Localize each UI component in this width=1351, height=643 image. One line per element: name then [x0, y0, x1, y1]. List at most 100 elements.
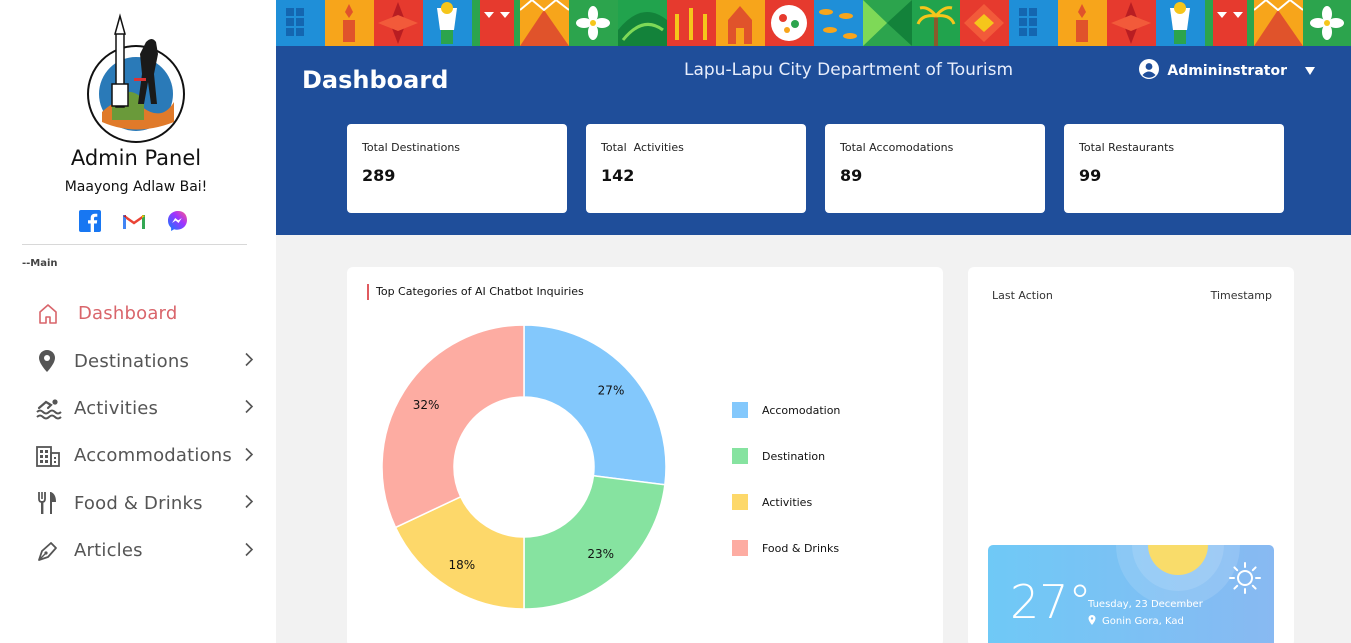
stat-value: 99 [1079, 166, 1102, 185]
weather-date: Tuesday, 23 December [1088, 599, 1203, 610]
caret-down-icon [1305, 63, 1315, 79]
sidebar-item-activities[interactable]: Activities [36, 385, 262, 432]
legend-item-accomodation[interactable]: Accomodation [732, 387, 840, 433]
swimmer-icon [36, 395, 64, 421]
weather-location-text: Gonin Gora, Kad [1102, 616, 1184, 627]
banner-tile [422, 0, 472, 46]
banner-tile [764, 0, 814, 46]
banner-tile [618, 0, 668, 46]
admin-panel-title: Admin Panel [70, 146, 202, 170]
donut-slice-food-drinks[interactable] [381, 324, 525, 529]
legend-swatch [732, 448, 748, 464]
home-icon [36, 301, 64, 327]
sidebar-item-dashboard[interactable]: Dashboard [36, 290, 262, 337]
legend-label: Accomodation [762, 403, 841, 417]
legend-swatch [732, 540, 748, 556]
stat-value: 289 [362, 166, 396, 185]
banner-tile [373, 0, 423, 46]
donut-slice-destination[interactable] [523, 474, 666, 610]
messenger-icon[interactable] [166, 210, 190, 232]
weather-temperature: 27° [1010, 575, 1092, 629]
commission-logo [82, 12, 192, 144]
banner-tile [1302, 0, 1351, 46]
stat-card-destinations: Total Destinations 289 [347, 124, 567, 213]
banner-tile [1058, 0, 1108, 46]
sun-icon [1228, 561, 1262, 599]
donut-slice-label: 23% [587, 547, 614, 561]
stat-card-restaurants: Total Restaurants 99 [1064, 124, 1284, 213]
sidebar-item-destinations[interactable]: Destinations [36, 337, 262, 384]
banner-tile [813, 0, 863, 46]
sidebar-divider [22, 244, 247, 245]
donut-slice-label: 18% [449, 558, 476, 572]
building-icon [36, 443, 64, 469]
sidebar-item-food-drinks[interactable]: Food & Drinks [36, 480, 262, 527]
sidebar-nav: Dashboard Destinations Activities Accomm… [36, 290, 262, 574]
map-pin-icon [36, 348, 64, 374]
greeting-text: Maayong Adlaw Bai! [64, 179, 208, 195]
banner-tile [324, 0, 374, 46]
user-avatar-icon [1139, 59, 1160, 83]
banner-tile [1156, 0, 1205, 46]
sidebar-item-articles[interactable]: Articles [36, 527, 262, 574]
sidebar-item-accommodations[interactable]: Accommodations [36, 432, 262, 479]
legend-label: Destination [762, 449, 826, 463]
social-links [78, 210, 190, 232]
column-header-last-action: Last Action [992, 289, 1053, 302]
chevron-right-icon [244, 352, 254, 371]
weather-widget: 27° Tuesday, 23 December Gonin Gora, Kad [988, 545, 1274, 643]
legend-item-destination[interactable]: Destination [732, 433, 840, 479]
banner-tile [1107, 0, 1157, 46]
utensils-icon [36, 490, 64, 516]
sidebar-item-label: Dashboard [78, 303, 178, 325]
sidebar-item-label: Destinations [74, 350, 190, 372]
legend-label: Food & Drinks [762, 541, 840, 555]
stat-value: 142 [601, 166, 635, 185]
banner-tile [1253, 0, 1303, 46]
chevron-right-icon [244, 446, 254, 465]
gmail-icon[interactable] [122, 210, 146, 232]
banner-tile [1204, 0, 1254, 46]
chart-legend: Accomodation Destination Activities Food… [732, 387, 840, 571]
stat-label: Total Destinations [362, 141, 461, 154]
decorative-banner [276, 0, 1351, 46]
user-menu[interactable]: Admininstrator [1139, 59, 1315, 83]
sidebar-item-label: Activities [74, 397, 159, 419]
stat-value: 89 [840, 166, 863, 185]
sidebar-item-label: Food & Drinks [74, 492, 203, 514]
weather-location: Gonin Gora, Kad [1088, 615, 1184, 628]
stat-label: Total Activities [601, 141, 684, 154]
chart-panel: Top Categories of AI Chatbot Inquiries 2… [347, 267, 943, 643]
location-pin-icon [1088, 615, 1096, 628]
organization-title: Lapu-Lapu City Department of Tourism [684, 60, 1014, 80]
donut-slice-label: 27% [598, 383, 625, 397]
legend-item-activities[interactable]: Activities [732, 479, 840, 525]
stat-card-accommodations: Total Accomodations 89 [825, 124, 1045, 213]
banner-tile [1009, 0, 1059, 46]
legend-swatch [732, 402, 748, 418]
chevron-right-icon [244, 541, 254, 560]
sidebar-item-label: Articles [74, 540, 143, 562]
user-name: Admininstrator [1167, 63, 1287, 79]
facebook-icon[interactable] [78, 210, 102, 232]
legend-label: Activities [762, 495, 813, 509]
chart-title: Top Categories of AI Chatbot Inquiries [367, 284, 584, 300]
banner-tile [520, 0, 570, 46]
stat-label: Total Restaurants [1079, 141, 1175, 154]
donut-chart: 27% 23% 18% 32% [381, 324, 667, 610]
stat-label: Total Accomodations [840, 141, 954, 154]
banner-tile [471, 0, 521, 46]
donut-slice-accomodation[interactable] [523, 324, 667, 486]
legend-item-food-drinks[interactable]: Food & Drinks [732, 525, 840, 571]
banner-tile [716, 0, 765, 46]
section-label-main: --Main [22, 258, 58, 269]
dashboard-header: Dashboard Lapu-Lapu City Department of T… [276, 46, 1351, 235]
banner-tile [569, 0, 619, 46]
sidebar: Admin Panel Maayong Adlaw Bai! --Main Da… [0, 0, 276, 643]
banner-tile [862, 0, 912, 46]
stat-card-activities: Total Activities 142 [586, 124, 806, 213]
column-header-timestamp: Timestamp [1210, 289, 1272, 302]
pen-icon [36, 538, 64, 564]
banner-tile [276, 0, 325, 46]
chevron-right-icon [244, 399, 254, 418]
